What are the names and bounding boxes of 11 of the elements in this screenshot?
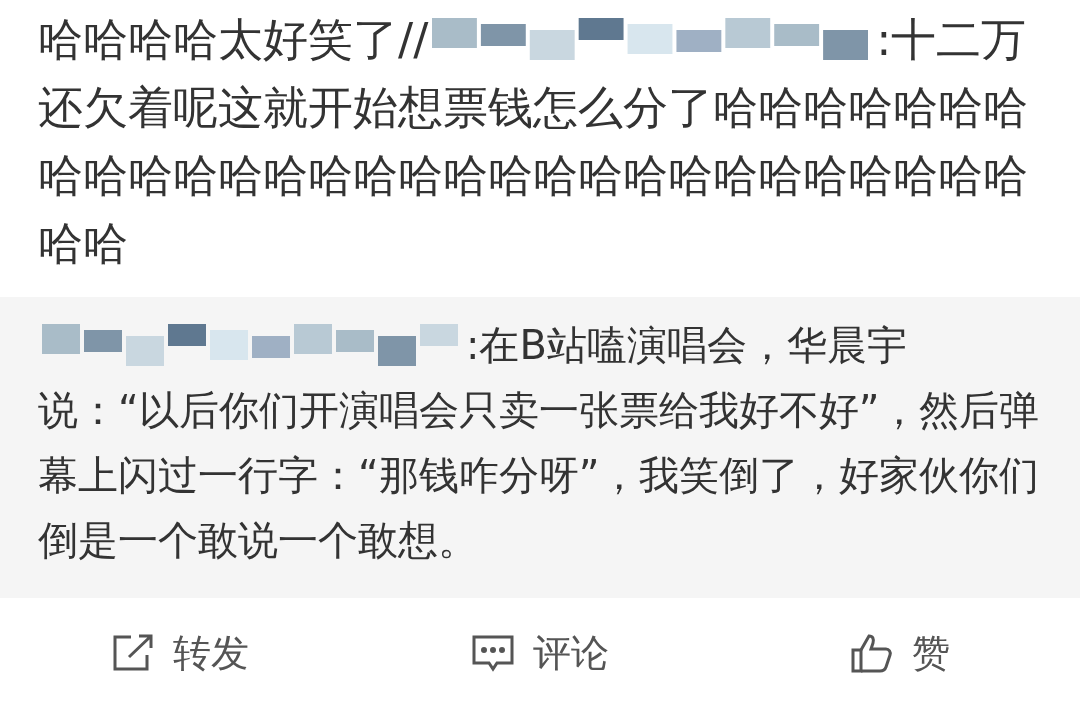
share-button[interactable]: 转发 (0, 623, 360, 683)
comment-button[interactable]: 评论 (360, 623, 720, 683)
post-text: :十二万 (876, 12, 1027, 68)
share-icon (111, 633, 155, 673)
post-text: 还欠着呢这就开始想票钱怎么分了哈哈哈哈哈哈哈哈哈哈哈哈哈哈哈哈哈哈哈哈哈哈哈哈哈哈哈哈哈哈哈 (38, 80, 1029, 272)
thumbs-up-icon (850, 632, 894, 674)
comment-icon (471, 633, 515, 673)
quoted-text: 说：“以后你们开演唱会只卖一张票给我好不好”，然后弹幕上闪过一行字：“那钱咋分呀”，我笑倒了，好家伙你们倒是一个敢说一个敢想。 (38, 386, 1041, 565)
post-text: 哈哈哈哈太好笑了// (38, 12, 429, 68)
like-button[interactable]: 赞 (720, 623, 1080, 683)
quoted-text: :在B站嗑演唱会，华晨宇 (466, 321, 907, 370)
